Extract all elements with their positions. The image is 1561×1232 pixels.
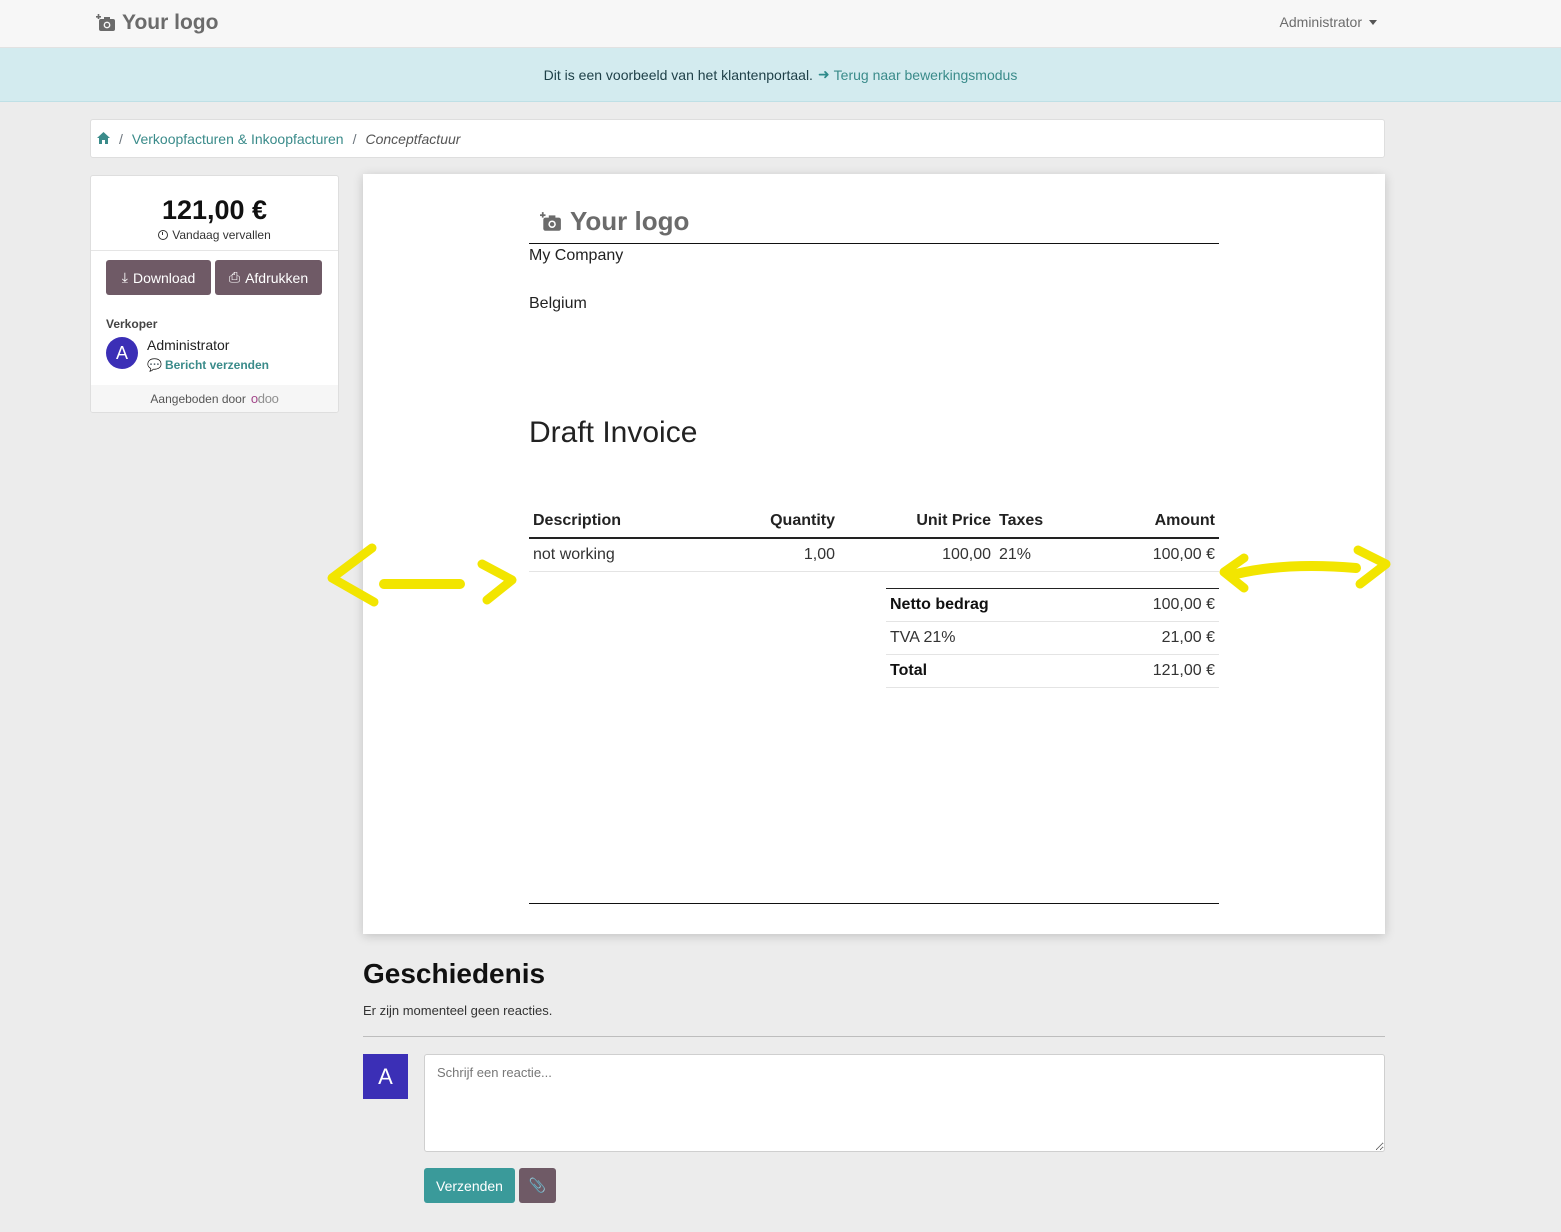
seller-info: A Administrator 💬 Bericht verzenden: [106, 337, 338, 372]
seller-heading: Verkoper: [106, 317, 158, 331]
totals-value: 121,00 €: [1086, 654, 1219, 688]
back-to-edit-link[interactable]: ➜ Terug naar bewerkingsmodus: [818, 66, 1017, 83]
totals-value: 21,00 €: [1086, 621, 1219, 655]
avatar: A: [363, 1054, 408, 1099]
due-status: Vandaag vervallen: [91, 228, 338, 242]
breadcrumb: / Verkoopfacturen & Inkoopfacturen / Con…: [90, 119, 1385, 158]
breadcrumb-current: Conceptfactuur: [365, 130, 461, 147]
history-empty-text: Er zijn momenteel geen reacties.: [363, 1003, 553, 1018]
print-button[interactable]: ⎙ Afdrukken: [215, 260, 322, 295]
column-header: Description: [529, 507, 729, 539]
invoice-lines-table: Description Quantity Unit Price Taxes Am…: [529, 507, 1219, 572]
download-icon: ⤓: [121, 269, 128, 285]
double-arrow-annotation-icon: [327, 543, 517, 607]
breadcrumb-separator: /: [352, 130, 357, 147]
download-label: Download: [132, 269, 196, 286]
chevron-down-icon: [1369, 19, 1377, 25]
breadcrumb-invoices[interactable]: Verkoopfacturen & Inkoopfacturen: [132, 131, 344, 147]
company-name: My Company: [529, 247, 624, 264]
history-divider: [363, 1036, 1385, 1037]
company-country: Belgium: [529, 295, 587, 312]
table-header-row: Description Quantity Unit Price Taxes Am…: [529, 507, 1219, 539]
line-unit-price: 100,00: [839, 538, 995, 572]
attach-file-button[interactable]: 📎: [519, 1168, 556, 1203]
home-icon: [97, 131, 110, 144]
totals-label: TVA 21%: [886, 621, 1087, 655]
portal-preview-banner: Dit is een voorbeeld van het klantenport…: [0, 48, 1561, 102]
back-to-edit-label: Terug naar bewerkingsmodus: [833, 66, 1018, 83]
line-description: not working: [529, 538, 729, 572]
column-header: Unit Price: [839, 507, 995, 539]
odoo-logo[interactable]: odoo: [251, 391, 279, 406]
comment-input[interactable]: [424, 1054, 1385, 1152]
column-header: Quantity: [729, 507, 839, 539]
totals-label: Netto bedrag: [886, 588, 1087, 622]
top-navbar: Your logo Administrator: [0, 0, 1561, 48]
powered-by-text: Aangeboden door: [150, 391, 246, 406]
totals-value: 100,00 €: [1086, 588, 1219, 622]
line-quantity: 1,00: [729, 538, 839, 572]
action-buttons: ⤓ Download ⎙ Afdrukken: [91, 251, 338, 295]
invoice-title: Draft Invoice: [529, 416, 698, 449]
brand-logo[interactable]: Your logo: [96, 8, 218, 38]
breadcrumb-home[interactable]: [97, 131, 110, 147]
arrow-right-icon: ➜: [817, 66, 830, 82]
totals-row: Total 121,00 €: [886, 654, 1219, 688]
print-label: Afdrukken: [245, 269, 309, 286]
paperclip-icon: 📎: [528, 1177, 547, 1193]
invoice-sidebar-card: 121,00 € Vandaag vervallen ⤓ Download ⎙ …: [90, 175, 339, 413]
banner-text: Dit is een voorbeeld van het klantenport…: [543, 66, 813, 83]
brand-logo-text: Your logo: [122, 11, 219, 34]
footer-divider: [529, 903, 1219, 904]
amount-due: 121,00 €: [161, 195, 268, 225]
company-logo-text: Your logo: [570, 206, 690, 236]
powered-by-footer: Aangeboden door odoo: [91, 385, 338, 412]
comments-icon: 💬: [147, 358, 162, 372]
user-menu-dropdown[interactable]: Administrator: [1280, 14, 1377, 30]
print-icon: ⎙: [228, 269, 241, 285]
totals-label: Total: [886, 654, 1087, 688]
send-message-link[interactable]: 💬 Bericht verzenden: [147, 358, 269, 372]
send-message-label: Bericht verzenden: [164, 358, 269, 372]
user-menu-label: Administrator: [1279, 14, 1362, 30]
send-comment-button[interactable]: Verzenden: [424, 1168, 515, 1203]
double-arrow-annotation-icon: [1219, 545, 1391, 593]
camera-icon: [96, 14, 115, 31]
download-button[interactable]: ⤓ Download: [106, 260, 211, 295]
invoice-totals-table: Netto bedrag 100,00 € TVA 21% 21,00 € To…: [886, 588, 1219, 688]
table-row: not working 1,00 100,00 21% 100,00 €: [529, 538, 1219, 572]
header-divider: [529, 243, 1219, 244]
clock-icon: [158, 230, 169, 240]
totals-row: Netto bedrag 100,00 €: [886, 588, 1219, 622]
column-header: Taxes: [995, 507, 1085, 539]
due-status-text: Vandaag vervallen: [172, 228, 271, 242]
line-taxes: 21%: [995, 538, 1085, 572]
avatar: A: [106, 337, 138, 369]
totals-row: TVA 21% 21,00 €: [886, 621, 1219, 655]
company-logo: Your logo: [540, 206, 689, 237]
seller-name: Administrator: [147, 337, 230, 353]
column-header: Amount: [1085, 507, 1219, 539]
line-amount: 100,00 €: [1085, 538, 1219, 572]
breadcrumb-separator: /: [119, 130, 123, 147]
camera-icon: [540, 211, 561, 231]
history-title: Geschiedenis: [363, 958, 546, 989]
